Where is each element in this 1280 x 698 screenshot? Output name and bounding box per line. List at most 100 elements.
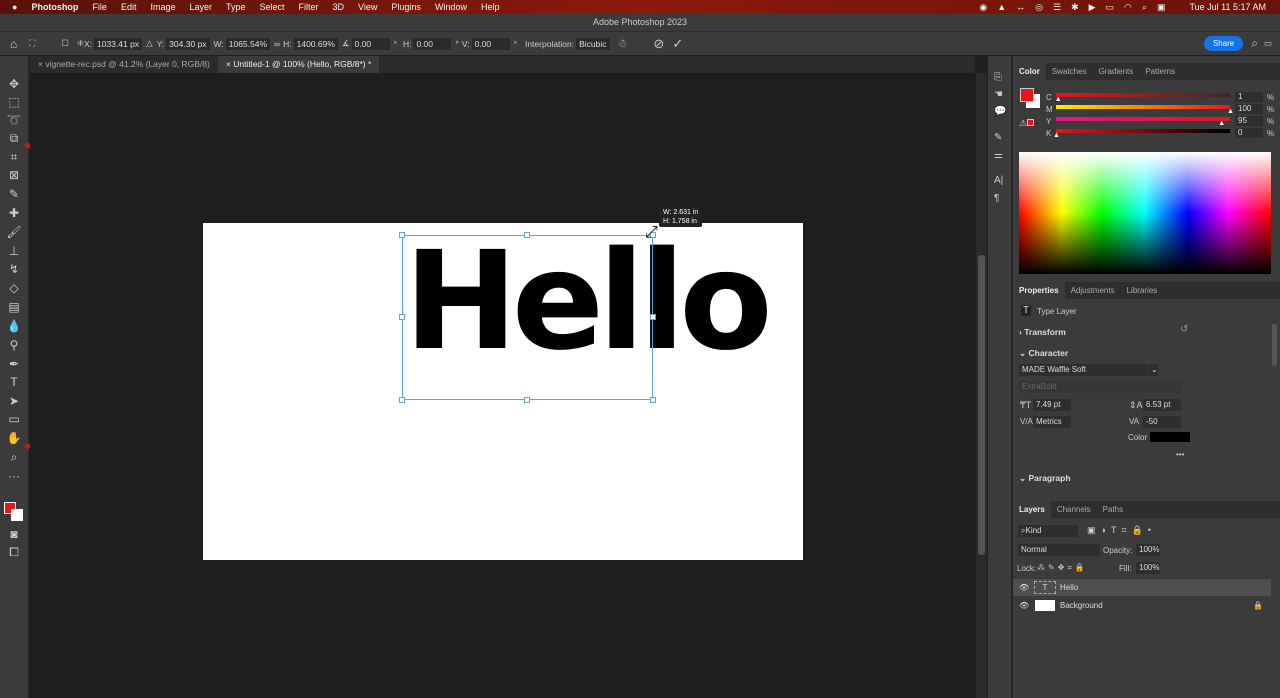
- tab-channels[interactable]: Channels: [1051, 501, 1097, 518]
- layer-row-hello[interactable]: 👁 T Hello: [1013, 579, 1271, 596]
- brush-settings-icon[interactable]: ✎: [994, 132, 1002, 143]
- gradient-tool-icon[interactable]: ▤: [5, 299, 23, 315]
- text-color-swatch[interactable]: [1150, 432, 1190, 442]
- m-slider[interactable]: [1056, 105, 1230, 109]
- vskew-input[interactable]: 0.00: [471, 37, 510, 50]
- font-size-input[interactable]: 7.49 pt: [1033, 399, 1071, 411]
- tab-adjustments[interactable]: Adjustments: [1065, 282, 1121, 299]
- brush-tool-icon[interactable]: 🖌: [5, 224, 23, 240]
- menu-app[interactable]: Photoshop: [31, 2, 78, 12]
- w-input[interactable]: 1065.54%: [225, 37, 271, 50]
- fill-input[interactable]: 100%: [1136, 562, 1160, 574]
- search-icon[interactable]: ⌕: [1251, 36, 1258, 51]
- tab-swatches[interactable]: Swatches: [1046, 63, 1093, 80]
- gamut-warning-icon[interactable]: ⚠: [1019, 118, 1035, 129]
- transform-handle[interactable]: [524, 397, 530, 403]
- zoom-tool-icon[interactable]: ⌕: [5, 449, 23, 465]
- crop-tool-icon[interactable]: ⌗: [5, 149, 23, 165]
- eyedropper-tool-icon[interactable]: ✎: [5, 186, 23, 202]
- y-slider[interactable]: [1056, 117, 1230, 121]
- k-slider[interactable]: [1056, 129, 1230, 133]
- menu-filter[interactable]: Filter: [299, 2, 319, 12]
- marquee-tool-icon[interactable]: ⬚: [5, 94, 23, 110]
- frame-tool-icon[interactable]: ⊠: [5, 167, 23, 183]
- properties-scrollbar[interactable]: [1272, 324, 1277, 366]
- tab-libraries[interactable]: Libraries: [1121, 282, 1164, 299]
- transform-section[interactable]: › Transform: [1019, 327, 1066, 337]
- slider-thumb[interactable]: ▲: [1055, 96, 1062, 103]
- healing-tool-icon[interactable]: ✚: [5, 205, 23, 221]
- more-tools-icon[interactable]: ···: [5, 468, 23, 484]
- more-options-button[interactable]: •••: [1176, 450, 1184, 459]
- slider-thumb[interactable]: ▲: [1227, 108, 1234, 115]
- menu-file[interactable]: File: [92, 2, 107, 12]
- visibility-eye-icon[interactable]: 👁: [1019, 579, 1029, 596]
- path-select-tool-icon[interactable]: ➤: [5, 393, 23, 409]
- opacity-input[interactable]: 100%: [1136, 544, 1160, 556]
- transform-handle[interactable]: [399, 314, 405, 320]
- x-input[interactable]: 1033.41 px: [93, 37, 143, 50]
- leading-input[interactable]: 6.53 pt: [1143, 399, 1181, 411]
- background-color-swatch[interactable]: [11, 509, 23, 521]
- visibility-eye-icon[interactable]: 👁: [1019, 597, 1029, 614]
- y-input[interactable]: 304.30 px: [166, 37, 210, 50]
- scrollbar-thumb[interactable]: [978, 255, 985, 555]
- comments-icon[interactable]: 💬: [994, 106, 1006, 117]
- angle-input[interactable]: 0.00: [351, 37, 390, 50]
- type-tool-icon[interactable]: T: [5, 374, 23, 390]
- character-section[interactable]: ⌄ Character: [1019, 348, 1068, 359]
- rectangle-tool-icon[interactable]: ▭: [5, 411, 23, 427]
- slider-thumb[interactable]: ▲: [1218, 120, 1225, 127]
- commit-transform-icon[interactable]: ✓: [672, 36, 683, 52]
- h-input[interactable]: 1400.69%: [293, 37, 338, 50]
- tab-vignette[interactable]: × vignette-rec.psd @ 41.2% (Layer 0, RGB…: [30, 56, 218, 73]
- hand-tool-icon[interactable]: ✋: [5, 430, 23, 446]
- kind-filter-select[interactable]: ⌕Kind: [1018, 525, 1078, 537]
- color-spectrum[interactable]: [1019, 152, 1271, 274]
- home-icon[interactable]: ⌂: [10, 37, 17, 51]
- font-family-select[interactable]: MADE Waffle Soft: [1019, 364, 1147, 376]
- tab-untitled[interactable]: × Untitled-1 @ 100% (Hello, RGB/8*) *: [217, 56, 380, 73]
- menu-select[interactable]: Select: [260, 2, 285, 12]
- tab-layers[interactable]: Layers: [1013, 501, 1051, 518]
- menu-edit[interactable]: Edit: [121, 2, 137, 12]
- reference-point-icon[interactable]: ⁜: [77, 38, 84, 49]
- m-input[interactable]: 100: [1235, 104, 1263, 114]
- c-input[interactable]: 1: [1235, 92, 1263, 102]
- paragraph-icon[interactable]: ¶: [994, 193, 999, 204]
- reset-icon[interactable]: ↺: [1180, 324, 1188, 335]
- k-input[interactable]: 0: [1235, 128, 1263, 138]
- tab-properties[interactable]: Properties: [1013, 282, 1065, 299]
- menu-view[interactable]: View: [358, 2, 377, 12]
- c-slider[interactable]: [1056, 93, 1230, 97]
- link-icon[interactable]: ∞: [274, 39, 280, 49]
- transform-handle[interactable]: [524, 232, 530, 238]
- menu-layer[interactable]: Layer: [189, 2, 212, 12]
- cancel-transform-icon[interactable]: ⊘: [653, 36, 664, 52]
- transform-handle[interactable]: [650, 314, 656, 320]
- transform-bounding-box[interactable]: [399, 232, 656, 403]
- lasso-tool-icon[interactable]: ➰: [5, 112, 23, 128]
- slider-thumb[interactable]: ▲: [1053, 132, 1060, 139]
- move-tool-icon[interactable]: ✥: [5, 76, 23, 92]
- menu-window[interactable]: Window: [435, 2, 467, 12]
- stamp-tool-icon[interactable]: ⊥: [5, 243, 23, 259]
- hand-icon[interactable]: ☚: [994, 89, 1003, 100]
- menu-plugins[interactable]: Plugins: [391, 2, 421, 12]
- apple-icon[interactable]: ●: [12, 2, 17, 12]
- transform-handle[interactable]: [399, 397, 405, 403]
- hskew-input[interactable]: 0.00: [413, 37, 452, 50]
- blend-mode-select[interactable]: Normal: [1018, 544, 1100, 556]
- transform-handle[interactable]: [399, 232, 405, 238]
- quick-mask-icon[interactable]: ◙: [5, 526, 23, 542]
- object-select-tool-icon[interactable]: ⧉: [5, 130, 23, 146]
- transform-handle[interactable]: [650, 397, 656, 403]
- menu-image[interactable]: Image: [150, 2, 175, 12]
- transform-tool-icon[interactable]: ⛶: [29, 38, 35, 49]
- tab-paths[interactable]: Paths: [1097, 501, 1129, 518]
- eraser-tool-icon[interactable]: ◇: [5, 280, 23, 296]
- menu-help[interactable]: Help: [481, 2, 500, 12]
- tab-gradients[interactable]: Gradients: [1093, 63, 1140, 80]
- lock-icons[interactable]: ⁂✎✥⌗🔒: [1037, 563, 1088, 573]
- pen-tool-icon[interactable]: ✒: [5, 356, 23, 372]
